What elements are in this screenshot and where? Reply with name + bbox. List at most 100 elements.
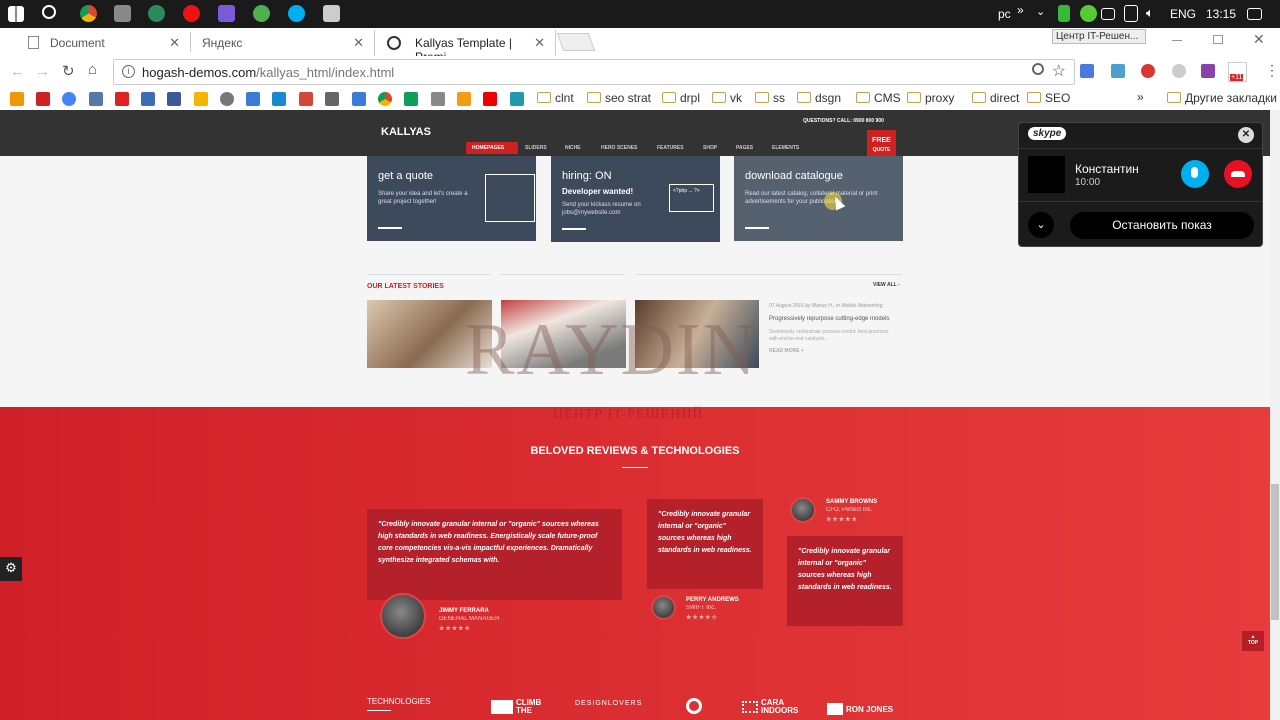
bookmark-favicon-icon[interactable] (36, 92, 50, 106)
nav-elements[interactable]: ELEMENTS (772, 145, 799, 151)
bookmark-folder-ss[interactable]: ss (755, 91, 785, 105)
maximize-button[interactable] (1213, 35, 1223, 44)
url-text[interactable]: hogash-demos.com/kallyas_html/index.html (142, 65, 394, 80)
close-icon[interactable]: ✕ (353, 35, 364, 51)
tray-network-icon[interactable] (1101, 8, 1115, 20)
photo-app-icon[interactable] (323, 5, 340, 22)
free-quote-button[interactable]: FREE QUOTE (867, 130, 896, 157)
bookmark-favicon-icon[interactable] (457, 92, 471, 106)
close-icon[interactable]: ✕ (1238, 127, 1254, 143)
tray-arrow-icon[interactable]: ⌄ (1036, 5, 1053, 22)
nav-pages[interactable]: PAGES (736, 145, 753, 151)
story-title[interactable]: Progressively repurpose cutting-edge mod… (769, 316, 904, 322)
translate-icon[interactable] (1080, 64, 1094, 78)
bookmark-folder-clnt[interactable]: clnt (537, 91, 574, 105)
nav-sliders[interactable]: SLIDERS (525, 145, 547, 151)
bookmark-folder-vk[interactable]: vk (712, 91, 742, 105)
search-icon[interactable] (42, 5, 56, 19)
input-language[interactable]: ENG (1170, 7, 1196, 21)
clover-icon[interactable] (253, 5, 270, 22)
card-download-catalogue[interactable]: download catalogue Read our latest catal… (734, 156, 903, 241)
tech-logo-ronjones[interactable]: RON JONES (827, 703, 893, 715)
close-icon[interactable]: ✕ (169, 35, 180, 51)
zoom-icon[interactable] (1032, 63, 1044, 75)
tray-user[interactable]: pc (998, 7, 1011, 21)
microphone-button[interactable] (1181, 160, 1209, 188)
bookmark-folder-direct[interactable]: direct (972, 91, 1019, 105)
tech-logo-designlovers[interactable]: DESIGNLOVERS (575, 700, 642, 707)
bookmark-favicon-icon[interactable] (272, 92, 286, 106)
bookmark-favicon-icon[interactable] (431, 92, 445, 106)
tech-logo-climb[interactable]: CLIMB THE (491, 699, 542, 715)
extension-red-icon[interactable] (1141, 64, 1155, 78)
scrollbar-thumb[interactable] (1271, 484, 1279, 620)
minimize-button[interactable] (1172, 40, 1182, 41)
windows-start-icon[interactable] (8, 6, 24, 22)
apple-icon[interactable] (220, 92, 234, 106)
hangup-button[interactable] (1224, 160, 1252, 188)
bookmarks-more[interactable]: » (1137, 90, 1144, 104)
sheets-icon[interactable] (404, 92, 418, 106)
chrome-menu-icon[interactable]: ⋮ (1265, 62, 1279, 79)
expand-button[interactable]: ⌄ (1028, 212, 1054, 238)
bookmark-favicon-icon[interactable] (141, 92, 155, 106)
nav-hero-scenes[interactable]: HERO SCENES (601, 145, 637, 151)
app-purple-icon[interactable] (218, 5, 235, 22)
back-button[interactable]: ← (10, 63, 25, 80)
facebook-icon[interactable] (167, 92, 181, 106)
file-manager-icon[interactable] (114, 5, 131, 22)
nav-homepages[interactable]: HOMEPAGES (472, 145, 504, 151)
reload-button[interactable]: ↻ (62, 62, 75, 80)
bookmark-folder-cms[interactable]: CMS (856, 91, 901, 105)
read-more-link[interactable]: READ MORE + (769, 348, 804, 354)
bookmark-folder-seo-strat[interactable]: seo strat (587, 91, 651, 105)
new-tab-button[interactable] (556, 33, 596, 51)
close-icon[interactable]: ✕ (534, 35, 545, 51)
clock[interactable]: 13:15 (1206, 7, 1236, 21)
skype-icon[interactable] (288, 5, 305, 22)
extension-icon[interactable] (1111, 64, 1125, 78)
volume-icon[interactable]: 🔈︎ (1146, 5, 1163, 22)
home-button[interactable]: ⌂ (88, 61, 97, 78)
tech-logo-target-icon[interactable] (686, 698, 702, 714)
tray-settings-icon[interactable] (1124, 5, 1138, 22)
bookmark-star-icon[interactable]: ☆ (1052, 61, 1066, 81)
close-window-button[interactable]: ✕ (1253, 31, 1265, 48)
nav-niche[interactable]: NICHE (565, 145, 581, 151)
bookmark-favicon-icon[interactable] (246, 92, 260, 106)
bookmark-favicon-icon[interactable] (325, 92, 339, 106)
address-bar[interactable]: i hogash-demos.com/kallyas_html/index.ht… (113, 59, 1075, 85)
tray-leaf-icon[interactable] (1080, 5, 1097, 22)
bookmark-favicon-icon[interactable] (89, 92, 103, 106)
extension-gray-icon[interactable] (1172, 64, 1186, 78)
gmail-icon[interactable] (299, 92, 313, 106)
bookmark-folder-proxy[interactable]: proxy (907, 91, 954, 105)
bookmark-folder-seo[interactable]: SEO (1027, 91, 1070, 105)
page-scrollbar[interactable] (1270, 110, 1280, 720)
site-logo[interactable]: KALLYAS (381, 126, 431, 138)
youtube-icon[interactable] (483, 92, 497, 106)
other-bookmarks-folder[interactable]: Другие закладки (1167, 91, 1277, 105)
bookmark-folder-drpl[interactable]: drpl (662, 91, 700, 105)
nav-features[interactable]: FEATURES (657, 145, 684, 151)
tech-logo-cara[interactable]: CARA INDOORS (742, 699, 809, 715)
bookmark-favicon-icon[interactable] (10, 92, 24, 106)
extension-badge[interactable]: +11 (1228, 62, 1247, 82)
view-all-link[interactable]: VIEW ALL - (873, 282, 900, 288)
skype-call-panel[interactable]: skype ✕ Константин 10:00 ⌄ Остановить по… (1018, 122, 1263, 247)
tab-yandex[interactable]: Яндекс ✕ (190, 30, 374, 56)
forward-button[interactable]: → (35, 63, 50, 80)
tab-document[interactable]: Document ✕ (10, 30, 190, 56)
google-drive-icon[interactable] (194, 92, 208, 106)
app-icon[interactable] (148, 5, 165, 22)
top-button[interactable]: ▲ TOP (1242, 631, 1264, 651)
bookmark-folder-dsgn[interactable]: dsgn (797, 91, 841, 105)
chrome-icon[interactable] (80, 5, 97, 22)
card-get-a-quote[interactable]: get a quote Share your idea and let's cr… (367, 156, 536, 241)
tray-chevron[interactable]: » (1017, 3, 1024, 17)
bookmark-favicon-icon[interactable] (510, 92, 524, 106)
bookmark-favicon-icon[interactable] (115, 92, 129, 106)
settings-button[interactable]: ⚙ (0, 557, 22, 581)
chrome-icon[interactable] (378, 92, 392, 106)
maps-icon[interactable] (352, 92, 366, 106)
